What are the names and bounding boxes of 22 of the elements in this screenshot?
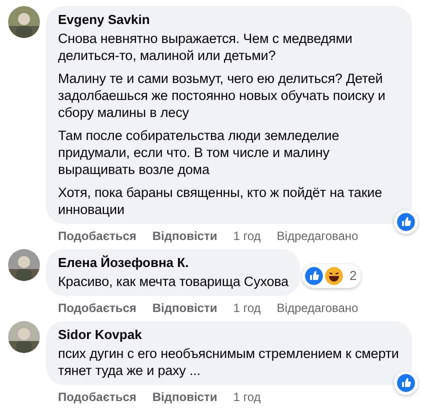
timestamp[interactable]: 1 год xyxy=(233,389,261,405)
reaction-summary[interactable]: 2 xyxy=(302,264,361,288)
comment-text: псих дугин с его необъяснимым стремлением к смерти тянет туда же и раху ... xyxy=(58,345,400,379)
like-link[interactable]: Подобається xyxy=(58,300,136,316)
author-name[interactable]: Елена Йозефовна К. xyxy=(58,255,288,271)
comment-text: Там после собирательства люди земледелие придумали, если что. В том числе и малину выращивать возле дома xyxy=(58,127,340,178)
reply-link[interactable]: Відповісти xyxy=(152,228,218,244)
reaction-count: 2 xyxy=(349,267,357,286)
edited-label[interactable]: Відредаговано xyxy=(276,228,358,244)
comment-text: Малину те и сами возьмут, чего ею делиться? Детей задолбаешься же постоянно новых обучать поиску и сбору малины в лесу xyxy=(58,70,386,121)
like-link[interactable]: Подобається xyxy=(58,228,136,244)
timestamp[interactable]: 1 год xyxy=(233,300,261,316)
comment-text: Красиво, как мечта товарища Сухова xyxy=(58,273,288,290)
reply-link[interactable]: Відповісти xyxy=(152,300,218,316)
comment-text: Снова невнятно выражается. Чем с медведями делиться-то, малиной или детьми? xyxy=(58,30,354,64)
timestamp[interactable]: 1 год xyxy=(233,228,261,244)
author-name[interactable]: Sidor Kovpak xyxy=(58,327,400,343)
comment-text: Хотя, пока бараны священны, кто ж пойдёт на такие инновации xyxy=(58,184,383,218)
reply-link[interactable]: Відповісти xyxy=(152,389,218,405)
edited-label[interactable]: Відредаговано xyxy=(276,300,358,316)
like-link[interactable]: Подобається xyxy=(58,389,136,405)
author-name[interactable]: Evgeny Savkin xyxy=(58,12,400,28)
